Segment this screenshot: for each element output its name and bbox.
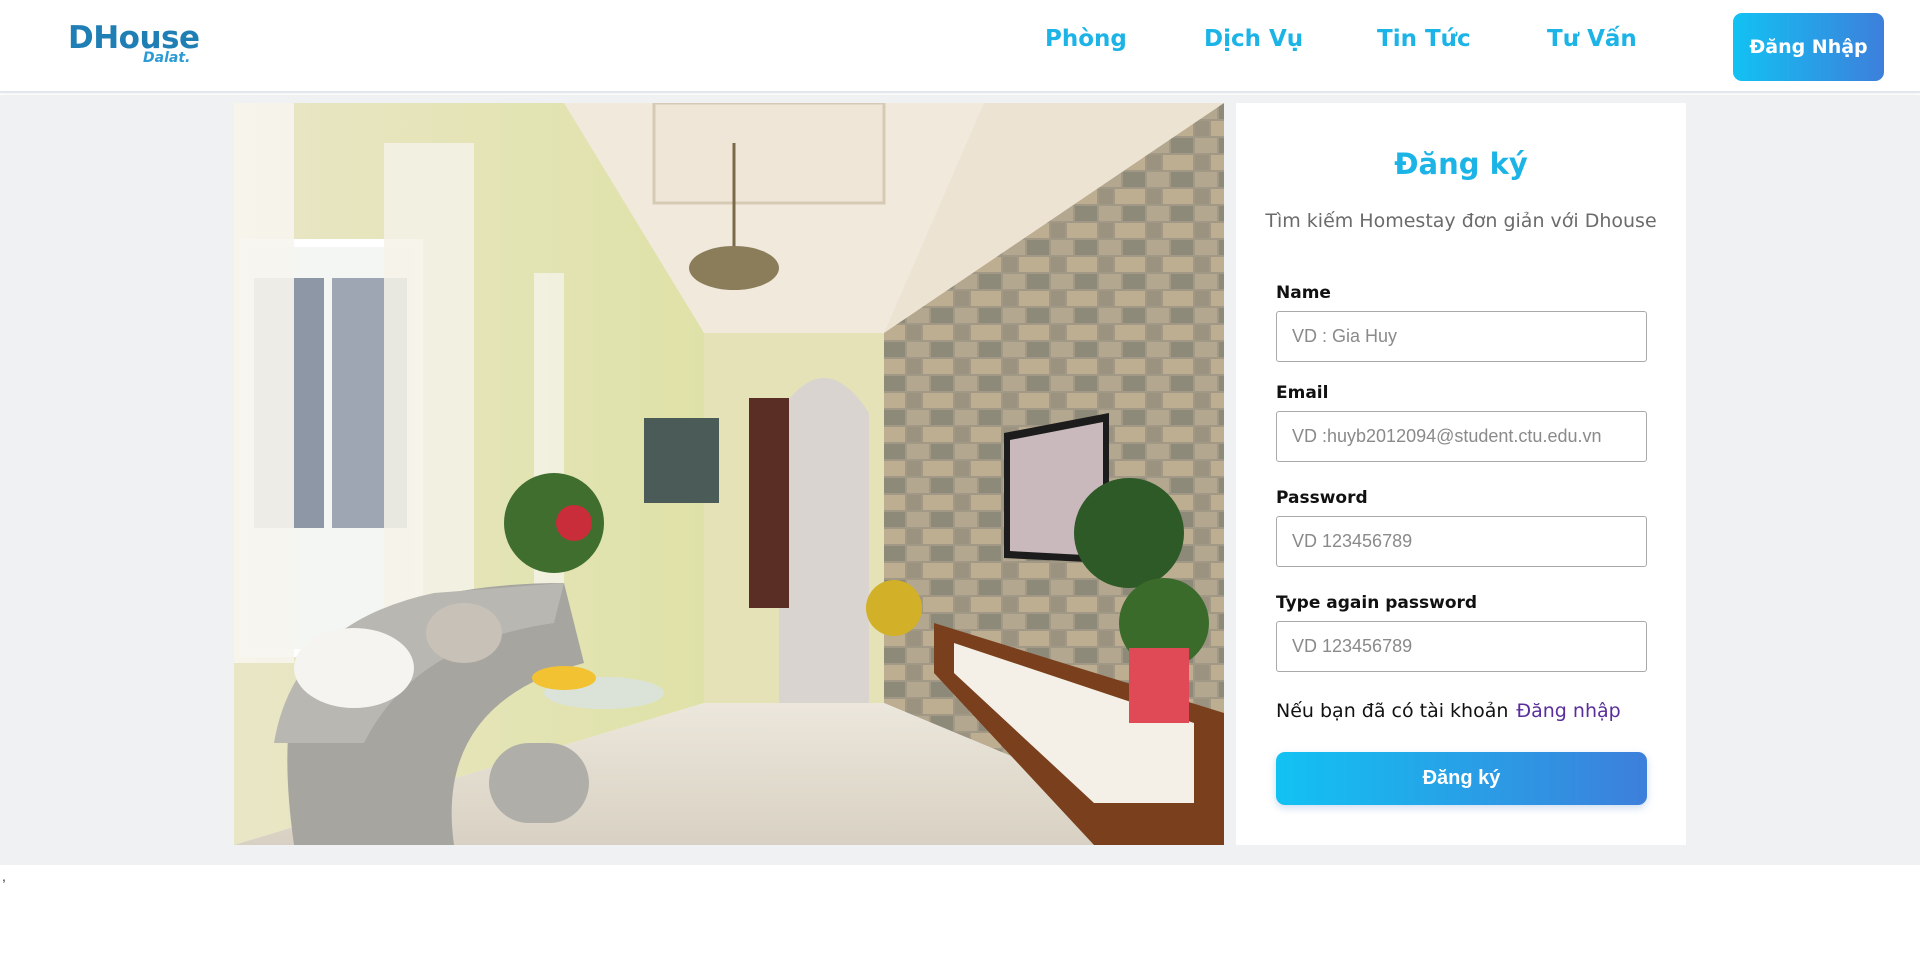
confirm-password-input[interactable] bbox=[1276, 621, 1647, 672]
name-input[interactable] bbox=[1276, 311, 1647, 362]
form-title: Đăng ký bbox=[1394, 147, 1528, 181]
login-button[interactable]: Đăng Nhập bbox=[1733, 13, 1884, 81]
confirm-password-label: Type again password bbox=[1276, 593, 1478, 613]
password-input[interactable] bbox=[1276, 516, 1647, 567]
nav-item-tu-van[interactable]: Tư Vấn bbox=[1547, 26, 1637, 52]
email-label: Email bbox=[1276, 383, 1329, 403]
email-input[interactable] bbox=[1276, 411, 1647, 462]
stray-text: , bbox=[2, 868, 6, 884]
logo-sub-text: Dalat. bbox=[143, 50, 191, 66]
register-panel: Đăng ký Tìm kiếm Homestay đơn giản với D… bbox=[1236, 103, 1686, 845]
nav-item-dich-vu[interactable]: Dịch Vụ bbox=[1204, 26, 1303, 52]
login-prompt: Nếu bạn đã có tài khoản Đăng nhập bbox=[1276, 700, 1621, 722]
register-submit-button[interactable]: Đăng ký bbox=[1276, 752, 1647, 805]
nav-item-phong[interactable]: Phòng bbox=[1045, 26, 1127, 52]
login-prompt-text: Nếu bạn đã có tài khoản bbox=[1276, 700, 1509, 722]
form-subtitle: Tìm kiếm Homestay đơn giản với Dhouse bbox=[1265, 210, 1657, 232]
homestay-room-photo bbox=[234, 103, 1224, 845]
brand-logo[interactable]: DHouse Dalat. bbox=[68, 20, 200, 70]
login-link[interactable]: Đăng nhập bbox=[1516, 700, 1620, 722]
nav-item-tin-tuc[interactable]: Tin Tức bbox=[1377, 26, 1471, 52]
name-label: Name bbox=[1276, 283, 1331, 303]
password-label: Password bbox=[1276, 488, 1368, 508]
top-navbar: DHouse Dalat. Phòng Dịch Vụ Tin Tức Tư V… bbox=[0, 0, 1920, 93]
